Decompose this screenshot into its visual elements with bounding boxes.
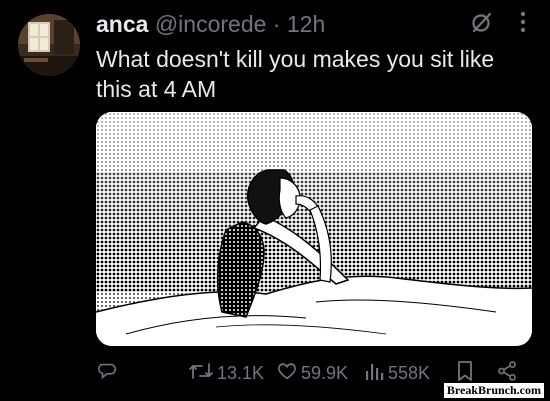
separator-dot: ·: [272, 11, 281, 37]
manga-illustration: [96, 112, 532, 346]
reply-button[interactable]: [97, 358, 122, 388]
retweet-icon: [188, 360, 214, 387]
like-count: 59.9K: [301, 362, 349, 383]
retweet-button[interactable]: 13.1K: [188, 358, 264, 388]
views-icon: [365, 360, 385, 387]
watermark: BreakBrunch.com: [443, 383, 544, 398]
tweet-header: anca @incorede · 12h: [96, 10, 325, 38]
heart-icon: [276, 360, 298, 387]
avatar-image: [18, 14, 80, 76]
reply-icon: [97, 360, 119, 387]
author-handle[interactable]: @incorede: [155, 11, 267, 37]
retweet-count: 13.1K: [217, 362, 265, 383]
header-icons: [470, 10, 526, 34]
tweet-media-image[interactable]: [96, 112, 532, 346]
views-button[interactable]: 558K: [365, 358, 430, 388]
views-count: 558K: [388, 362, 431, 383]
grok-icon[interactable]: [470, 10, 494, 34]
author-name[interactable]: anca: [96, 11, 148, 37]
timestamp[interactable]: 12h: [287, 11, 325, 37]
more-icon[interactable]: [520, 11, 526, 33]
like-button[interactable]: 59.9K: [276, 358, 348, 388]
avatar[interactable]: [18, 14, 80, 76]
tweet-text: What doesn't kill you makes you sit like…: [96, 46, 495, 102]
